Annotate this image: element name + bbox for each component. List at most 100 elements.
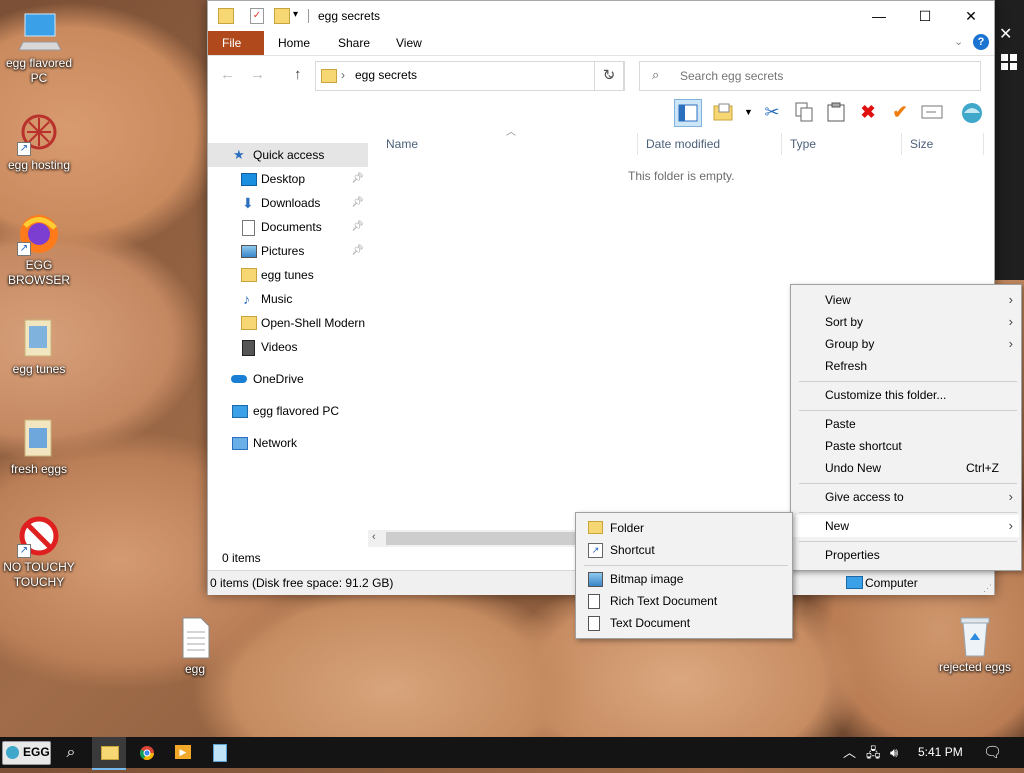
- menu-item-paste-shortcut[interactable]: Paste shortcut: [793, 435, 1019, 457]
- menu-item-properties[interactable]: Properties: [793, 544, 1019, 566]
- resize-grip-icon[interactable]: ⋰: [983, 576, 992, 600]
- start-button[interactable]: EGG: [2, 741, 51, 765]
- desktop-icon-egg-hosting[interactable]: ↗ egg hosting: [1, 112, 77, 173]
- nav-pictures[interactable]: Pictures 📌︎: [208, 239, 368, 263]
- tab-home[interactable]: Home: [264, 31, 324, 55]
- nav-open-shell[interactable]: Open-Shell Modern: [208, 311, 368, 335]
- scroll-thumb[interactable]: [386, 532, 576, 545]
- quick-access-folder-icon[interactable]: [218, 8, 234, 24]
- pin-icon[interactable]: 📌︎: [351, 191, 364, 215]
- menu-item-new-shortcut[interactable]: ↗ Shortcut: [578, 539, 790, 561]
- maximize-button[interactable]: ☐: [902, 1, 948, 31]
- menu-item-new-folder[interactable]: Folder: [578, 517, 790, 539]
- desktop-icon-egg-tunes[interactable]: egg tunes: [1, 316, 77, 377]
- up-button[interactable]: ↑: [294, 66, 302, 83]
- help-icon[interactable]: ?: [973, 34, 989, 50]
- views-dropdown-icon[interactable]: ▼: [744, 107, 753, 117]
- pin-icon[interactable]: 📌︎: [351, 167, 364, 191]
- views-icon[interactable]: [711, 99, 737, 125]
- volume-icon[interactable]: 🔊︎: [890, 737, 898, 768]
- search-box[interactable]: ⌕: [639, 61, 981, 91]
- back-button[interactable]: ←: [220, 66, 235, 83]
- column-size[interactable]: Size: [902, 133, 984, 155]
- menu-item-new[interactable]: New ›: [793, 515, 1019, 537]
- menu-item-new-text[interactable]: Text Document: [578, 612, 790, 634]
- refresh-button[interactable]: ↻: [594, 61, 624, 91]
- nav-videos[interactable]: Videos: [208, 335, 368, 359]
- keyboard-shortcut: Ctrl+Z: [966, 461, 999, 475]
- menu-item-sort-by[interactable]: Sort by ›: [793, 311, 1019, 333]
- column-name[interactable]: Name: [378, 133, 638, 155]
- close-button[interactable]: ✕: [948, 1, 994, 31]
- menu-item-new-rtf[interactable]: Rich Text Document: [578, 590, 790, 612]
- scroll-left-icon[interactable]: ‹: [372, 531, 376, 543]
- forward-button[interactable]: →: [250, 66, 265, 83]
- action-center-icon[interactable]: 🗨︎: [983, 737, 1002, 768]
- nav-documents[interactable]: Documents 📌︎: [208, 215, 368, 239]
- file-explorer-taskbar-icon[interactable]: [92, 737, 126, 770]
- folder-icon: [241, 316, 257, 330]
- address-bar[interactable]: › egg secrets ⌄: [315, 61, 625, 91]
- nav-quick-access[interactable]: ★ Quick access: [208, 143, 368, 167]
- notepad-icon[interactable]: [202, 737, 236, 768]
- title-bar[interactable]: ✓ ▾ egg secrets — ☐ ✕: [208, 1, 994, 31]
- expand-ribbon-icon[interactable]: ⌄: [954, 35, 963, 48]
- close-icon[interactable]: ✕: [999, 24, 1012, 44]
- nav-desktop[interactable]: Desktop 📌︎: [208, 167, 368, 191]
- desktop-icon-egg-file[interactable]: egg: [157, 616, 233, 677]
- cut-icon[interactable]: ✂: [759, 99, 785, 125]
- properties-icon[interactable]: ✓: [250, 8, 264, 24]
- nav-network[interactable]: Network: [208, 431, 368, 455]
- properties-check-icon[interactable]: ✔: [887, 99, 913, 125]
- pin-icon[interactable]: 📌︎: [351, 215, 364, 239]
- paste-icon[interactable]: [823, 99, 849, 125]
- tab-share[interactable]: Share: [324, 31, 384, 55]
- breadcrumb-current[interactable]: egg secrets: [355, 68, 417, 82]
- desktop-icon-label: egg: [184, 662, 206, 676]
- menu-item-paste[interactable]: Paste: [793, 413, 1019, 435]
- column-type[interactable]: Type: [782, 133, 902, 155]
- documents-icon: [242, 220, 255, 236]
- shell-icon[interactable]: [959, 99, 985, 125]
- menu-item-refresh[interactable]: Refresh: [793, 355, 1019, 377]
- tab-file[interactable]: File: [208, 31, 264, 55]
- column-date-modified[interactable]: Date modified: [638, 133, 782, 155]
- search-input[interactable]: [678, 68, 972, 84]
- navigation-pane-button[interactable]: [674, 99, 702, 127]
- desktop-icon-egg-browser[interactable]: ↗ EGG BROWSER: [1, 212, 77, 288]
- menu-item-view[interactable]: View ›: [793, 289, 1019, 311]
- menu-label: Folder: [610, 521, 645, 535]
- nav-label: Videos: [261, 340, 298, 354]
- media-player-icon[interactable]: ▶: [166, 737, 200, 768]
- delete-icon[interactable]: ✖: [855, 99, 881, 125]
- search-icon[interactable]: ⌕: [56, 737, 86, 768]
- chrome-icon[interactable]: [130, 737, 164, 768]
- minimize-button[interactable]: —: [856, 1, 902, 31]
- show-hidden-icons-icon[interactable]: ︿: [843, 737, 856, 768]
- nav-onedrive[interactable]: OneDrive: [208, 367, 368, 391]
- customize-toolbar-icon[interactable]: ▾: [293, 9, 298, 20]
- menu-item-customize[interactable]: Customize this folder...: [793, 384, 1019, 406]
- tab-view[interactable]: View: [382, 31, 436, 55]
- desktop-folder-icon: [241, 173, 257, 186]
- desktop-icon-fresh-eggs[interactable]: fresh eggs: [1, 416, 77, 477]
- desktop-icon-rejected-eggs[interactable]: rejected eggs: [937, 614, 1013, 675]
- clock-time[interactable]: 5:41 PM: [918, 737, 963, 768]
- new-folder-icon[interactable]: [274, 8, 290, 24]
- menu-item-group-by[interactable]: Group by ›: [793, 333, 1019, 355]
- firefox-icon: ↗: [17, 212, 61, 256]
- nav-downloads[interactable]: ⬇ Downloads 📌︎: [208, 191, 368, 215]
- menu-item-new-bitmap[interactable]: Bitmap image: [578, 568, 790, 590]
- menu-item-give-access[interactable]: Give access to ›: [793, 486, 1019, 508]
- desktop-icon-no-touchy[interactable]: ↗ NO TOUCHY TOUCHY: [1, 514, 77, 590]
- rename-icon[interactable]: [919, 99, 945, 125]
- nav-egg-tunes[interactable]: egg tunes: [208, 263, 368, 287]
- media-player-glyph: ▶: [175, 745, 191, 759]
- network-tray-icon[interactable]: 🖧︎: [866, 737, 881, 768]
- desktop-icon-egg-flavored-pc[interactable]: egg flavored PC: [1, 10, 77, 86]
- nav-this-pc[interactable]: egg flavored PC: [208, 399, 368, 423]
- copy-icon[interactable]: [791, 99, 817, 125]
- menu-item-undo-new[interactable]: Undo New Ctrl+Z: [793, 457, 1019, 479]
- pin-icon[interactable]: 📌︎: [351, 239, 364, 263]
- nav-music[interactable]: ♪ Music: [208, 287, 368, 311]
